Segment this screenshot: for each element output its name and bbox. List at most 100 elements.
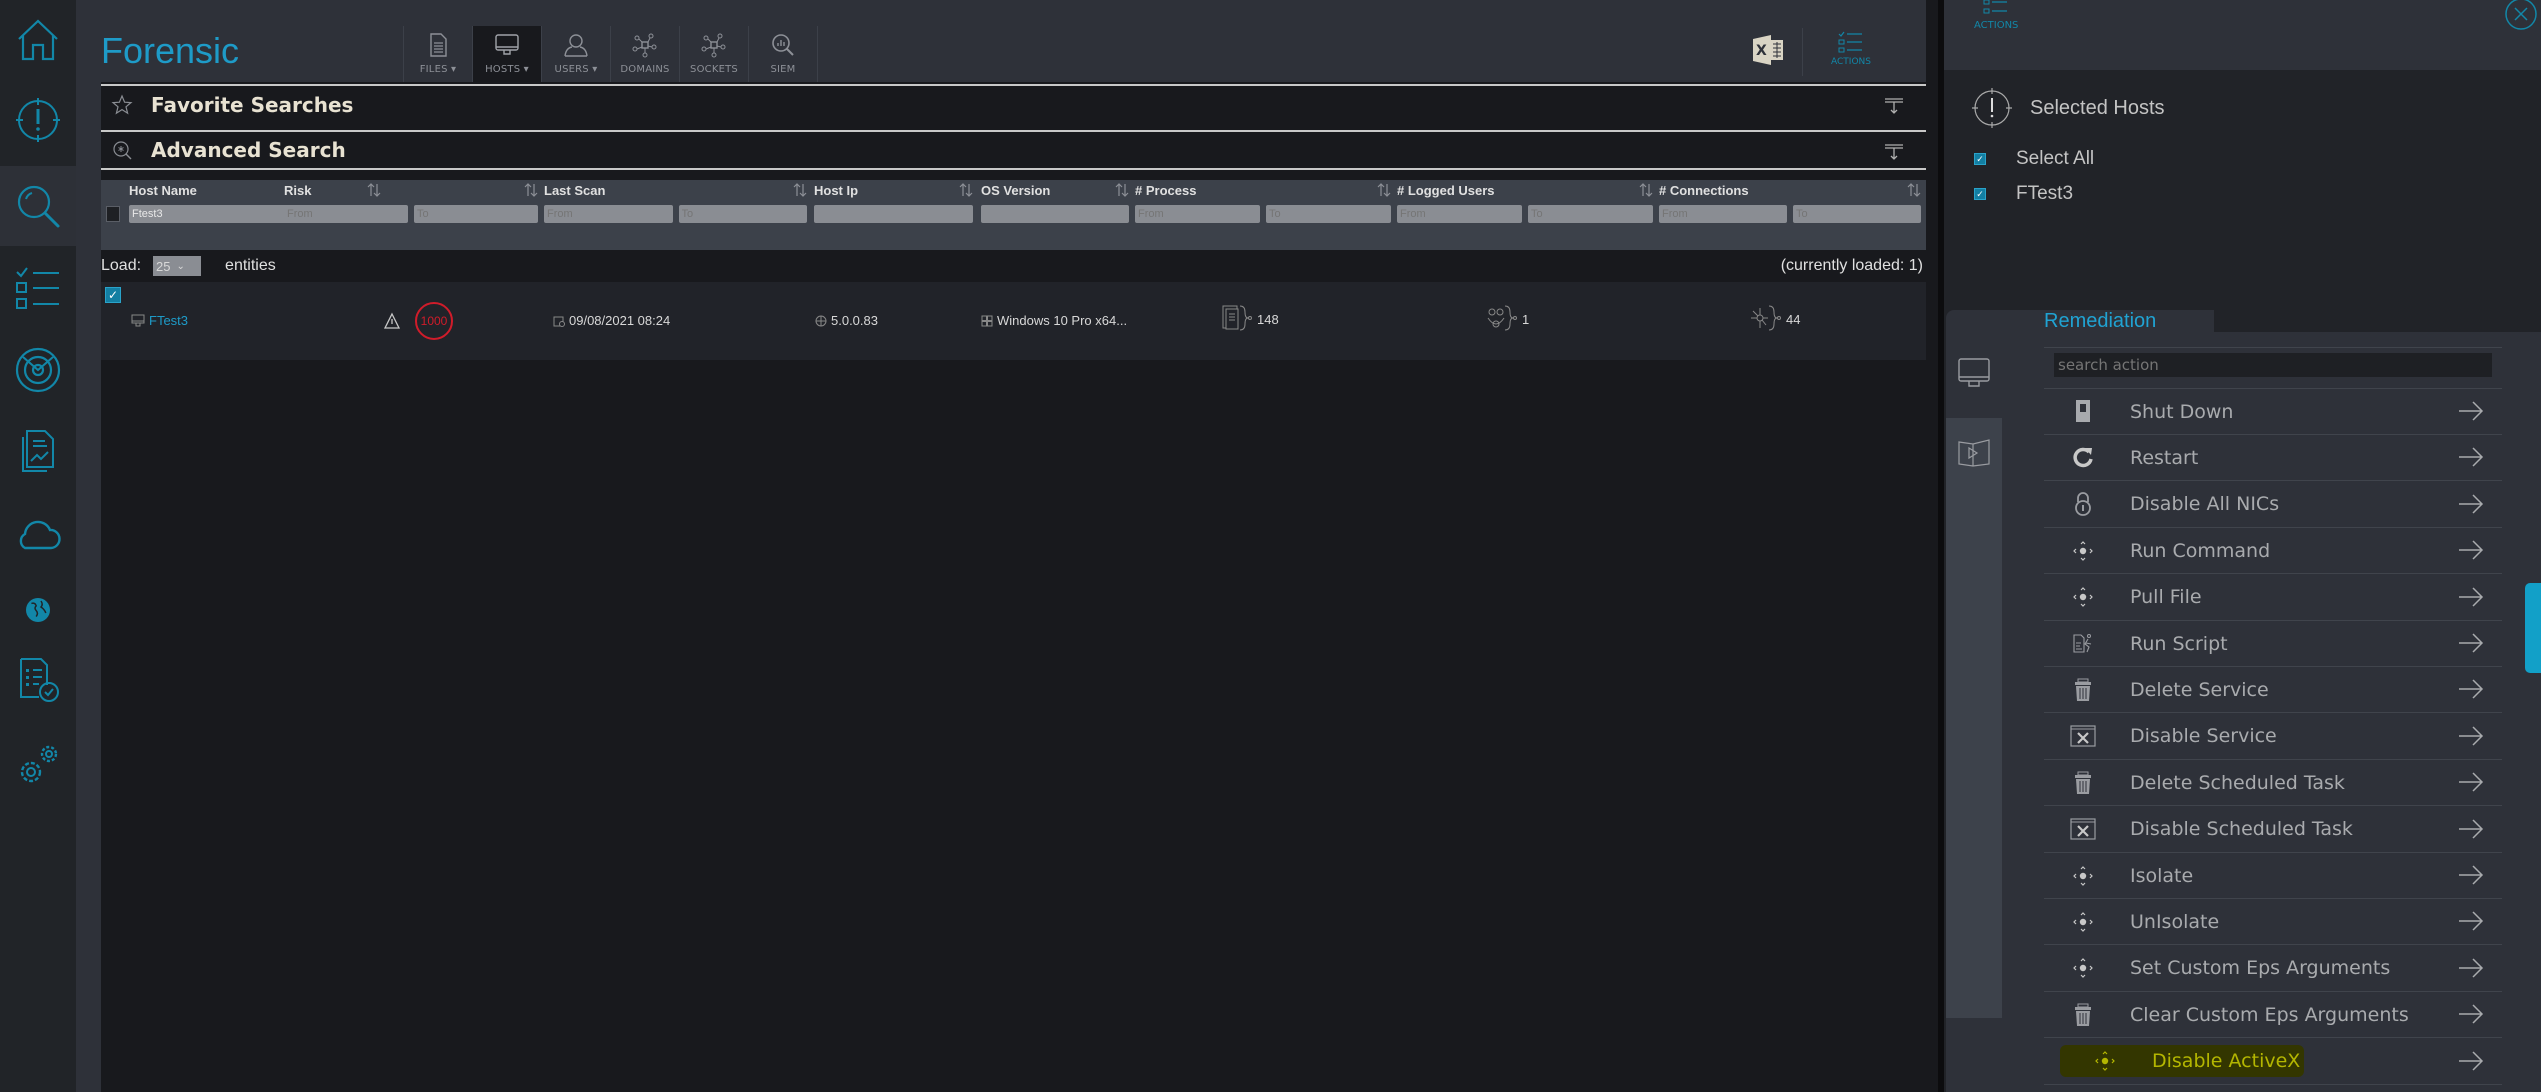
search-action-input[interactable] (2054, 353, 2492, 377)
filter-input[interactable] (678, 205, 807, 223)
row-checkbox[interactable]: ✓ (105, 287, 121, 303)
nav-search[interactable] (0, 166, 76, 246)
remediation-action-label: Disable Service (2130, 725, 2277, 748)
favorite-searches-bar[interactable]: Favorite Searches (101, 84, 1926, 124)
actions-button[interactable]: ACTIONS (1821, 30, 1881, 78)
filter-input[interactable] (814, 205, 973, 223)
remediation-action-item[interactable]: Run Command (2044, 528, 2502, 575)
sort-icon[interactable] (793, 182, 807, 198)
advanced-search-bar[interactable]: Advanced Search (101, 130, 1926, 170)
nav-cloud[interactable] (0, 495, 76, 575)
search-icon (17, 185, 60, 228)
actions-panel-label: ACTIONS (1974, 20, 2019, 31)
filter-input[interactable] (284, 205, 408, 223)
remediation-action-item[interactable]: Disable All NICs (2044, 482, 2502, 528)
pin-icon[interactable] (1884, 96, 1904, 116)
arrow-right-icon (2459, 1004, 2484, 1024)
host-checkbox[interactable]: ✓ (1974, 188, 1986, 200)
network-icon (632, 33, 657, 58)
os-version-value: Windows 10 Pro x64... (997, 313, 1128, 328)
remediation-action-item[interactable]: Restart (2044, 435, 2502, 482)
nav-reports[interactable] (0, 410, 76, 490)
remediation-action-item[interactable]: Shut Down (2044, 389, 2502, 435)
file-icon (430, 33, 447, 57)
filter-input[interactable] (1397, 205, 1522, 223)
remediation-action-item[interactable]: Disable Service (2044, 714, 2502, 760)
report-icon (22, 430, 54, 472)
sort-icon[interactable] (524, 182, 538, 198)
nav-home[interactable] (0, 0, 76, 80)
notifications-tab[interactable] (2525, 583, 2541, 673)
lock-icon (2066, 490, 2100, 518)
logged-users-value: 1 (1522, 311, 1530, 327)
advanced-search-icon (113, 141, 132, 160)
nav-globe[interactable] (0, 570, 76, 650)
filter-input[interactable] (1659, 205, 1787, 223)
nav-radar[interactable] (0, 330, 76, 410)
logged-users-cell[interactable]: 1 (1484, 304, 1529, 334)
filter-input[interactable] (981, 205, 1129, 223)
remediation-action-item[interactable]: Disable Scheduled Task (2044, 807, 2502, 853)
remediation-action-item[interactable]: Clear Custom Eps Arguments (2044, 992, 2502, 1039)
tab-domains[interactable]: DOMAINS (611, 26, 680, 82)
remediation-action-item[interactable]: Pull File (2044, 575, 2502, 621)
sort-icon[interactable] (1377, 182, 1391, 198)
move-arrows-icon (2066, 862, 2100, 890)
nav-settings[interactable] (0, 725, 76, 805)
sort-icon[interactable] (1639, 182, 1653, 198)
nav-checklist[interactable] (0, 248, 76, 328)
filter-input[interactable] (1266, 205, 1391, 223)
remediation-action-item[interactable]: Delete Service (2044, 667, 2502, 714)
move-arrows-icon (2066, 583, 2100, 611)
actions-panel-tab[interactable]: ACTIONS (1974, 0, 2018, 31)
remediation-action-item[interactable]: Run Script (2044, 621, 2502, 667)
export-excel-button[interactable]: X (1751, 33, 1785, 67)
tab-sockets[interactable]: SOCKETS (680, 26, 749, 82)
tab-users[interactable]: USERS ▾ (542, 26, 611, 82)
host-name-link[interactable]: FTest3 (149, 313, 188, 328)
remediation-action-label: Shut Down (2130, 400, 2234, 423)
remediation-title: Remediation (2044, 310, 2157, 332)
close-icon[interactable] (2503, 0, 2539, 32)
remediation-action-item[interactable]: Disable ActiveX (2044, 1039, 2502, 1085)
tab-files[interactable]: FILES ▾ (404, 26, 473, 82)
filter-input[interactable] (1135, 205, 1260, 223)
table-row[interactable]: ✓ FTest3 1000 09/08/2021 08:24 5.0.0.83 … (101, 282, 1926, 360)
filter-input[interactable] (1793, 205, 1921, 223)
sort-icon[interactable] (959, 182, 973, 198)
tab-siem[interactable]: SIEM (749, 26, 818, 82)
tab-hosts[interactable]: HOSTS ▾ (473, 26, 542, 82)
remediation-action-label: Delete Scheduled Task (2130, 771, 2345, 794)
select-all-checkbox[interactable]: ✓ (1974, 153, 1986, 165)
calendar-clock-icon (553, 316, 565, 327)
filter-column-header: # Connections (1659, 183, 1749, 198)
selected-host-item[interactable]: ✓ FTest3 (1974, 183, 2073, 205)
tab-host-actions[interactable] (1946, 340, 2002, 410)
process-count-cell[interactable]: 148 (1219, 304, 1279, 334)
sort-icon[interactable] (1115, 182, 1129, 198)
filter-input[interactable] (1528, 205, 1653, 223)
remediation-action-item[interactable]: Delete Scheduled Task (2044, 760, 2502, 807)
home-icon (18, 19, 58, 61)
warning-icon (383, 312, 401, 329)
tab-users-label: USERS (554, 64, 589, 75)
nav-alerts[interactable] (0, 80, 76, 160)
arrow-right-icon (2459, 447, 2484, 467)
tab-playbooks[interactable] (1946, 418, 2002, 1018)
remediation-action-item[interactable]: Set Custom Eps Arguments (2044, 946, 2502, 992)
restart-icon (2066, 444, 2100, 472)
sort-icon[interactable] (367, 182, 381, 198)
filter-input[interactable] (414, 205, 538, 223)
load-count-select[interactable]: 25 ⌄ (153, 256, 202, 276)
remediation-action-item[interactable]: UnIsolate (2044, 899, 2502, 946)
filter-input[interactable] (544, 205, 673, 223)
globe-icon (26, 598, 50, 622)
sort-icon[interactable] (1907, 182, 1921, 198)
nav-compliance[interactable] (0, 640, 76, 720)
select-all-hosts[interactable]: ✓ Select All (1974, 148, 2094, 170)
connections-cell[interactable]: 44 (1748, 304, 1800, 334)
select-all-checkbox[interactable] (106, 206, 120, 222)
highlight-marker: Disable ActiveX (2060, 1045, 2305, 1078)
pin-icon[interactable] (1884, 142, 1904, 162)
remediation-action-item[interactable]: Isolate (2044, 853, 2502, 899)
